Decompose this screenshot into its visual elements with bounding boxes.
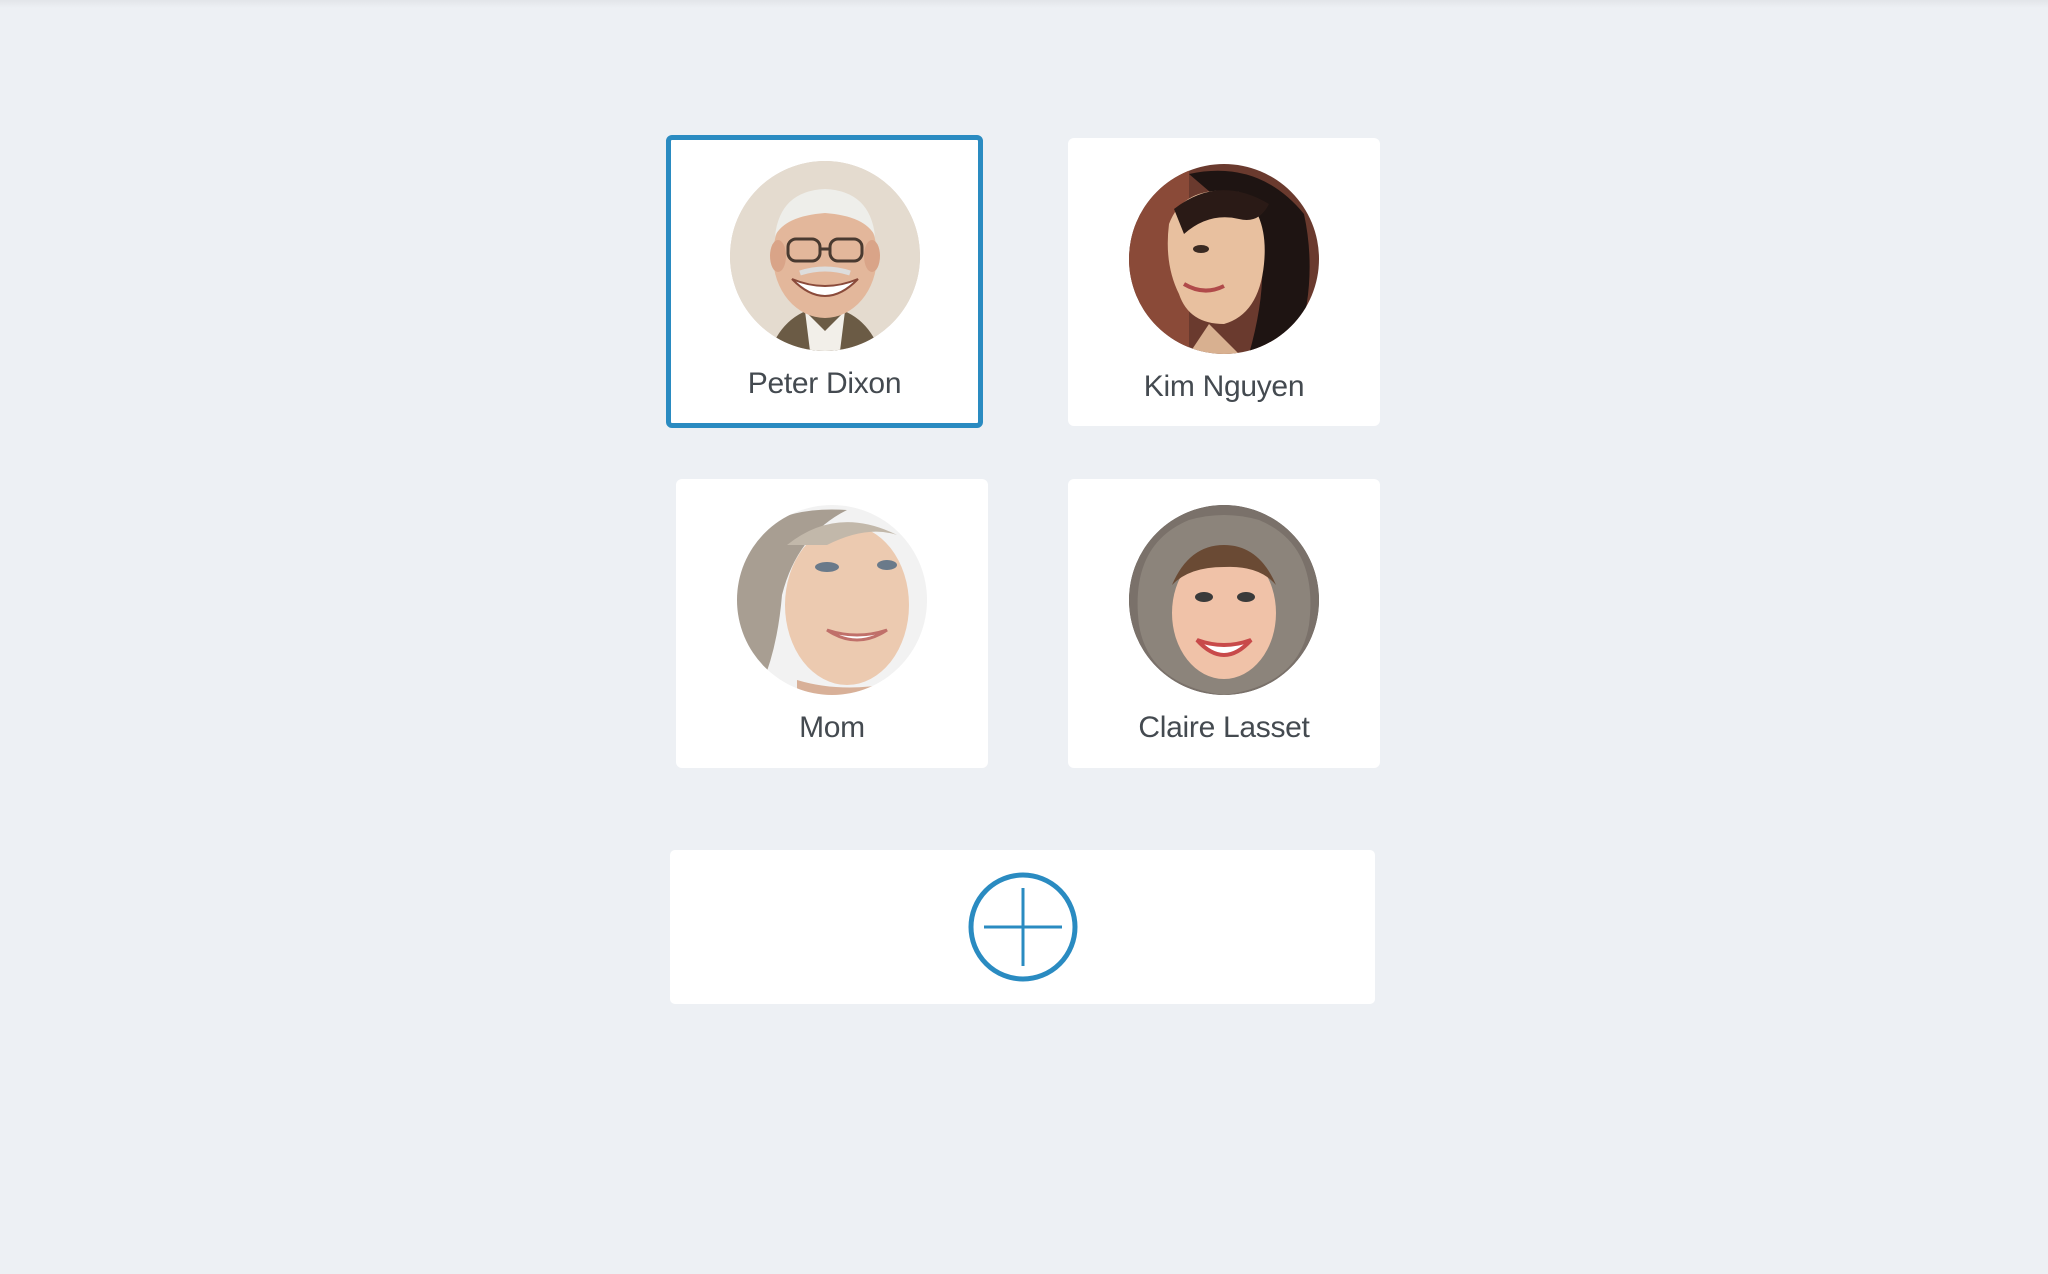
profile-name: Mom [799,711,865,744]
avatar [729,161,920,351]
woman-fur-hood-avatar-icon [1129,505,1319,695]
add-profile-button[interactable] [670,850,1375,1004]
profile-name: Peter Dixon [747,367,902,400]
plus-circle-icon [968,872,1077,982]
top-bar-shadow [0,0,2048,8]
elderly-man-avatar-icon [729,161,920,351]
profile-card-mom[interactable]: Mom [676,479,988,768]
profile-card-claire-lasset[interactable]: Claire Lasset [1068,479,1380,768]
avatar [1129,164,1319,354]
profile-card-kim-nguyen[interactable]: Kim Nguyen [1068,138,1380,426]
profile-name: Claire Lasset [1138,711,1310,744]
avatar [1129,505,1319,695]
young-woman-avatar-icon [1129,164,1319,354]
avatar [737,505,927,695]
profile-card-peter-dixon[interactable]: Peter Dixon [666,135,983,428]
older-woman-avatar-icon [737,505,927,695]
profile-name: Kim Nguyen [1143,370,1305,403]
